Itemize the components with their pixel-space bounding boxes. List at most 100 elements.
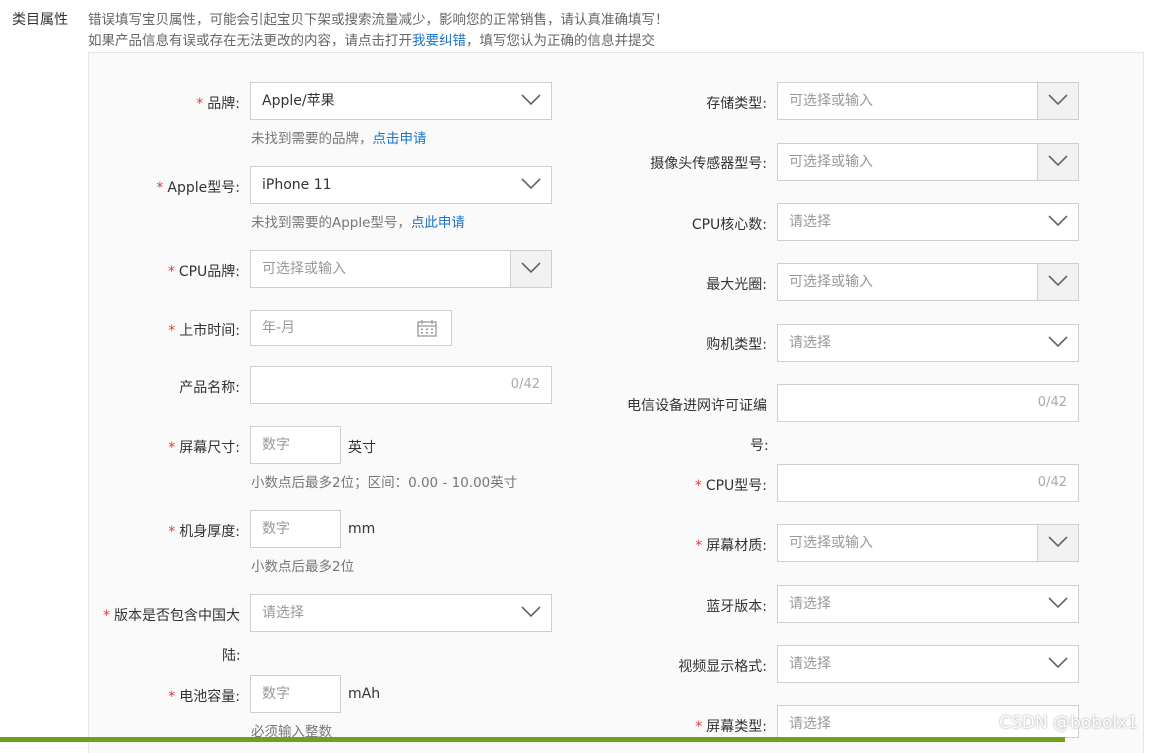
chevron-down-icon[interactable] — [1037, 525, 1078, 561]
launch-date-label: * 上市时间: — [168, 323, 240, 339]
chevron-down-icon[interactable] — [1037, 264, 1078, 300]
storage-type-label: 存储类型: — [706, 96, 767, 112]
bottom-accent-bar — [0, 737, 1065, 742]
mainland-label-line2: 陆: — [222, 648, 241, 664]
video-format-select[interactable]: 请选择 — [777, 645, 1079, 683]
chevron-down-icon — [1038, 646, 1078, 682]
notice-text: 如果产品信息有误或存在无法更改的内容，请点击打开 — [88, 33, 412, 49]
screen-size-input[interactable]: 数字 — [250, 426, 341, 464]
battery-input[interactable]: 数字 — [250, 675, 341, 713]
screen-size-label: * 屏幕尺寸: — [168, 440, 240, 456]
notice-line-1: 错误填写宝贝属性，可能会引起宝贝下架或搜索流量减少，影响您的正常销售，请认真准确… — [88, 12, 669, 28]
required-mark: * — [695, 719, 703, 735]
required-mark: * — [196, 96, 204, 112]
storage-type-placeholder: 可选择或输入 — [789, 93, 873, 109]
thickness-unit: mm — [348, 521, 376, 537]
telecom-license-label: 电信设备进网许可证编 — [627, 398, 767, 414]
section-label: 类目属性 — [12, 12, 68, 28]
model-label: * Apple型号: — [156, 180, 240, 196]
telecom-license-label-line2: 号: — [750, 438, 769, 454]
brand-select[interactable]: Apple/苹果 — [250, 82, 552, 120]
purchase-type-placeholder: 请选择 — [789, 335, 831, 351]
notice-line-2: 如果产品信息有误或存在无法更改的内容，请点击打开我要纠错，填写您认为正确的信息并… — [88, 29, 655, 49]
calendar-icon[interactable] — [417, 320, 437, 341]
chevron-down-icon[interactable] — [1037, 83, 1078, 119]
video-format-label: 视频显示格式: — [678, 659, 767, 675]
mainland-placeholder: 请选择 — [262, 605, 304, 621]
launch-date-placeholder: 年-月 — [262, 320, 296, 336]
cpu-cores-placeholder: 请选择 — [789, 214, 831, 230]
bluetooth-select[interactable]: 请选择 — [777, 585, 1079, 623]
telecom-license-counter: 0/42 — [1037, 395, 1067, 410]
model-hint: 未找到需要的Apple型号，点此申请 — [251, 215, 465, 231]
launch-date-picker[interactable]: 年-月 — [250, 310, 452, 346]
max-aperture-placeholder: 可选择或输入 — [789, 274, 873, 290]
required-mark: * — [168, 440, 176, 456]
screen-size-unit: 英寸 — [348, 440, 376, 456]
chevron-down-icon — [1038, 204, 1078, 240]
model-value: iPhone 11 — [262, 177, 332, 193]
camera-sensor-combobox[interactable]: 可选择或输入 — [777, 143, 1079, 181]
thickness-hint: 小数点后最多2位 — [251, 559, 355, 575]
notice-text-suffix: ，填写您认为正确的信息并提交 — [466, 33, 655, 49]
cpu-brand-placeholder: 可选择或输入 — [262, 261, 346, 277]
screen-size-hint: 小数点后最多2位；区间：0.00 - 10.00英寸 — [251, 475, 518, 491]
product-name-label: 产品名称: — [179, 380, 240, 396]
screen-material-combobox[interactable]: 可选择或输入 — [777, 524, 1079, 562]
max-aperture-label: 最大光圈: — [706, 277, 767, 293]
telecom-license-input[interactable]: 0/42 — [777, 384, 1079, 422]
chevron-down-icon[interactable] — [510, 251, 551, 287]
thickness-placeholder: 数字 — [262, 521, 290, 537]
chevron-down-icon[interactable] — [1037, 144, 1078, 180]
model-apply-link[interactable]: 点此申请 — [411, 215, 465, 231]
bluetooth-label: 蓝牙版本: — [706, 599, 767, 615]
battery-placeholder: 数字 — [262, 686, 290, 702]
chevron-down-icon — [511, 83, 551, 119]
product-name-counter: 0/42 — [510, 377, 540, 392]
cpu-model-input[interactable]: 0/42 — [777, 464, 1079, 502]
cpu-model-label: * CPU型号: — [694, 478, 767, 494]
cpu-brand-label: * CPU品牌: — [167, 264, 240, 280]
brand-label: * 品牌: — [196, 96, 240, 112]
cpu-model-counter: 0/42 — [1037, 475, 1067, 490]
screen-size-placeholder: 数字 — [262, 437, 290, 453]
screen-type-label: * 屏幕类型: — [695, 719, 767, 735]
chevron-down-icon — [1038, 586, 1078, 622]
error-report-link[interactable]: 我要纠错 — [412, 33, 466, 49]
storage-type-combobox[interactable]: 可选择或输入 — [777, 82, 1079, 120]
required-mark: * — [168, 689, 176, 705]
max-aperture-combobox[interactable]: 可选择或输入 — [777, 263, 1079, 301]
purchase-type-select[interactable]: 请选择 — [777, 324, 1079, 362]
chevron-down-icon — [511, 167, 551, 203]
bluetooth-placeholder: 请选择 — [789, 596, 831, 612]
chevron-down-icon — [511, 595, 551, 631]
cpu-brand-combobox[interactable]: 可选择或输入 — [250, 250, 552, 288]
model-select[interactable]: iPhone 11 — [250, 166, 552, 204]
camera-sensor-placeholder: 可选择或输入 — [789, 154, 873, 170]
required-mark: * — [156, 180, 164, 196]
brand-hint: 未找到需要的品牌，点击申请 — [251, 131, 427, 147]
video-format-placeholder: 请选择 — [789, 656, 831, 672]
mainland-select[interactable]: 请选择 — [250, 594, 552, 632]
chevron-down-icon — [1038, 325, 1078, 361]
thickness-label: * 机身厚度: — [168, 524, 240, 540]
mainland-label: * 版本是否包含中国大 — [103, 608, 240, 624]
screen-material-label: * 屏幕材质: — [695, 538, 767, 554]
purchase-type-label: 购机类型: — [706, 337, 767, 353]
required-mark: * — [168, 323, 176, 339]
required-mark: * — [695, 538, 703, 554]
required-mark: * — [694, 478, 702, 494]
required-mark: * — [167, 264, 175, 280]
brand-apply-link[interactable]: 点击申请 — [373, 131, 427, 147]
camera-sensor-label: 摄像头传感器型号: — [650, 156, 767, 172]
screen-material-placeholder: 可选择或输入 — [789, 535, 873, 551]
product-name-input[interactable]: 0/42 — [250, 366, 552, 404]
thickness-input[interactable]: 数字 — [250, 510, 341, 548]
watermark: CSDN @bobolx1 — [999, 713, 1138, 733]
required-mark: * — [168, 524, 176, 540]
cpu-cores-select[interactable]: 请选择 — [777, 203, 1079, 241]
cpu-cores-label: CPU核心数: — [691, 217, 767, 233]
required-mark: * — [103, 608, 110, 624]
battery-unit: mAh — [348, 686, 381, 702]
battery-label: * 电池容量: — [168, 689, 240, 705]
